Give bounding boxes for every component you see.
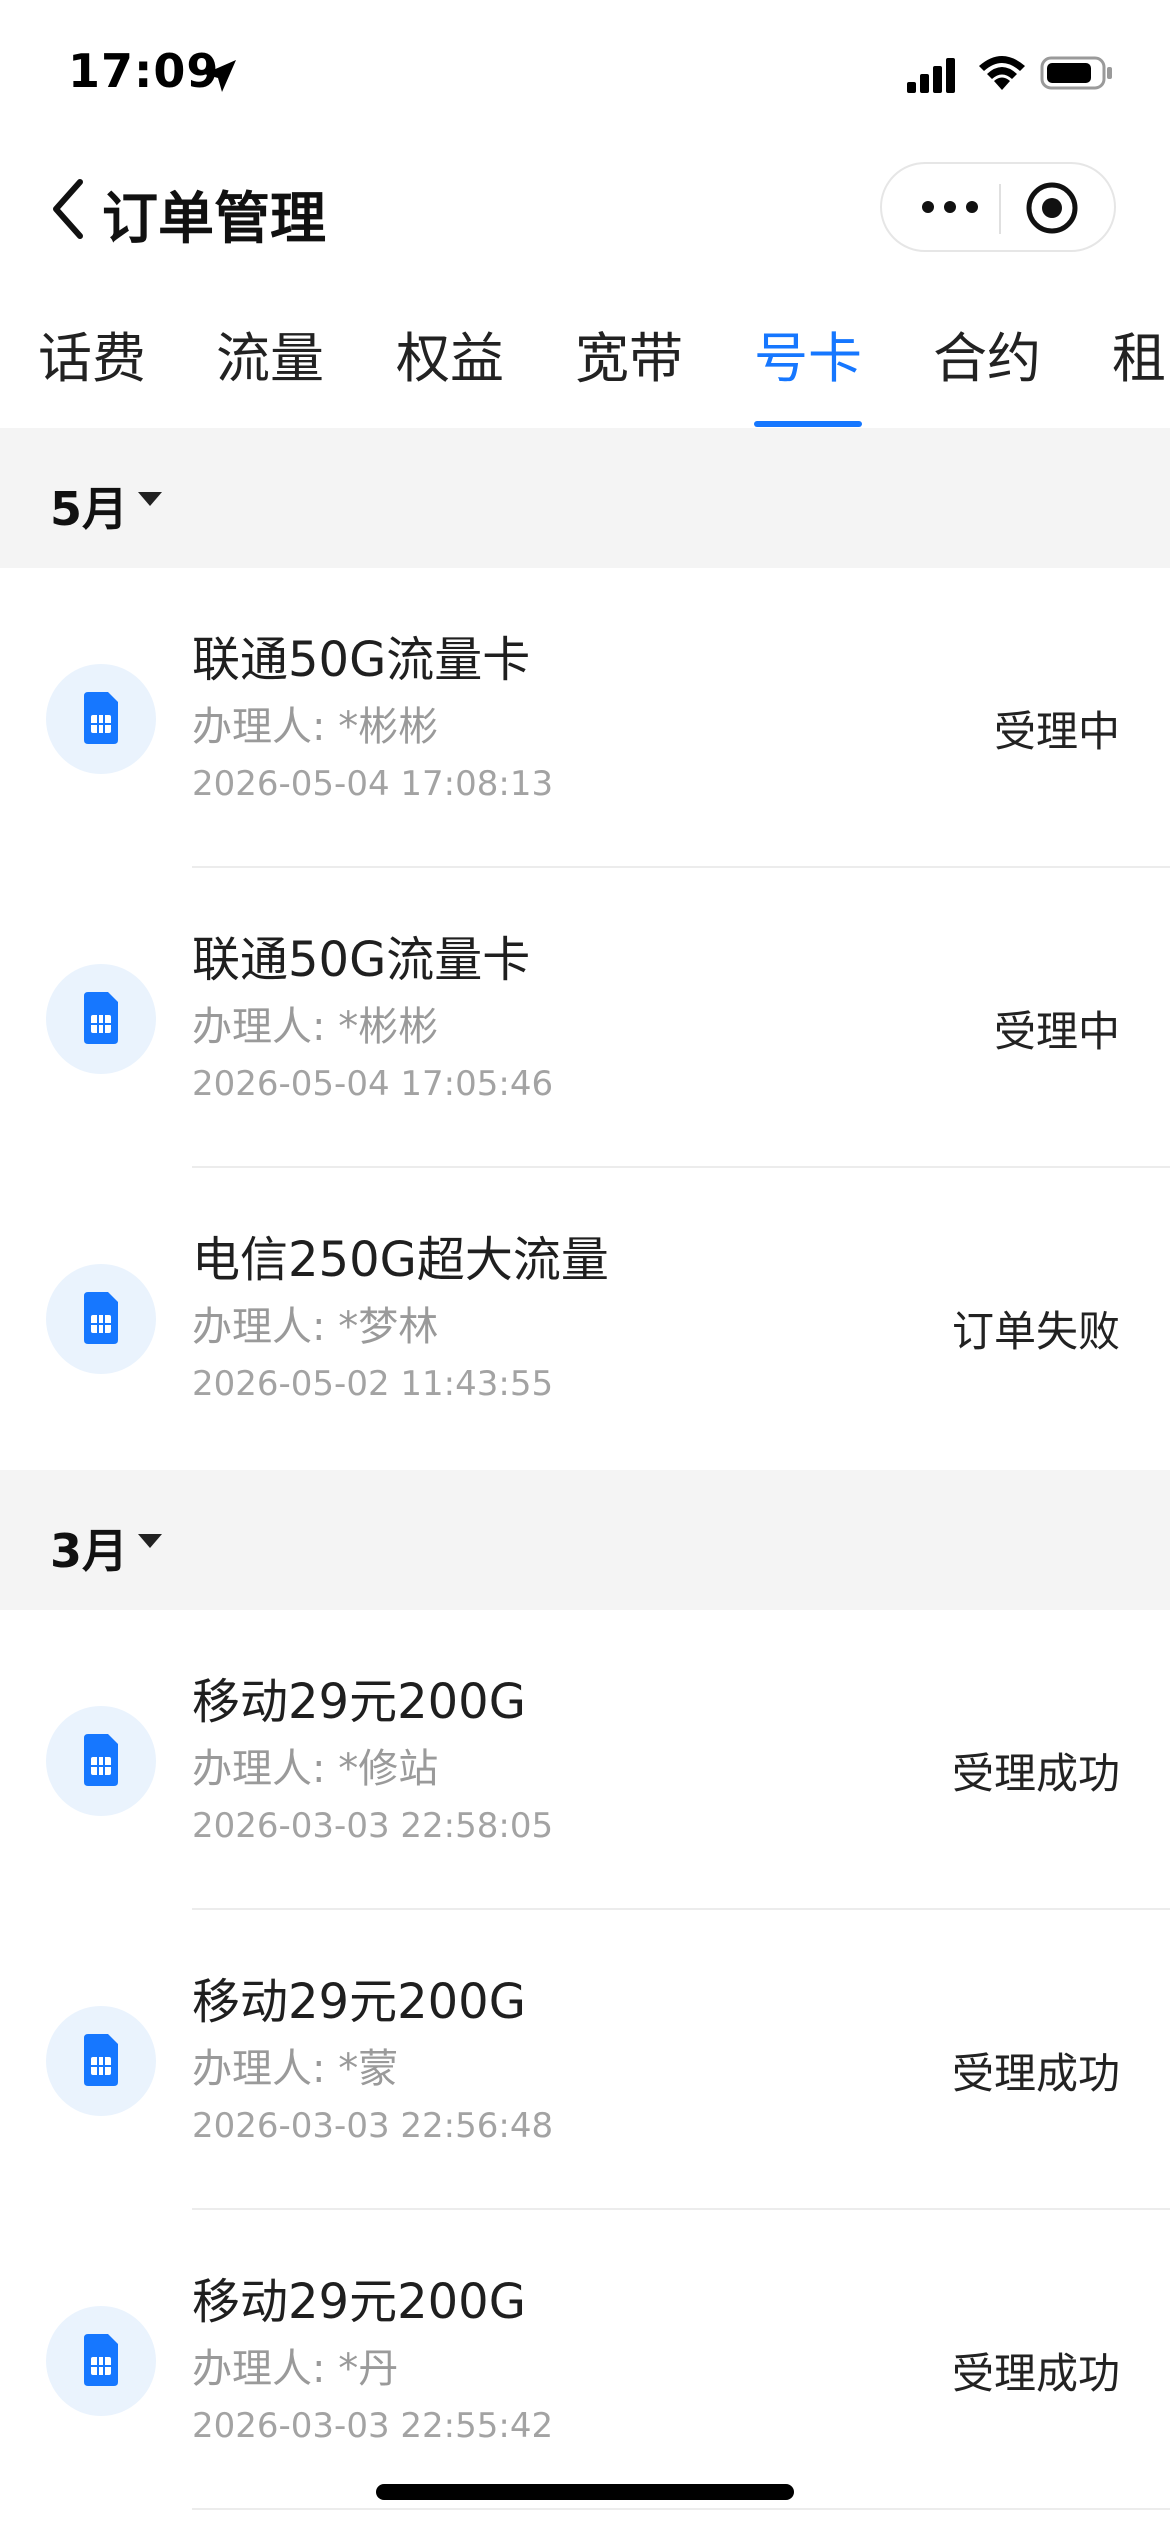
sim-card-icon	[46, 2006, 156, 2116]
category-tabs: 话费 流量 权益 宽带 号卡 合约 租	[0, 300, 1170, 428]
month-header[interactable]: 5月	[0, 428, 1170, 568]
sim-card-icon	[46, 664, 156, 774]
order-name: 联通50G流量卡	[192, 932, 531, 988]
list-item[interactable]: 联通50G流量卡 办理人: *彬彬 2026-05-04 17:05:46 受理…	[0, 868, 1170, 1168]
order-handler: 办理人: *彬彬	[192, 704, 439, 750]
sim-card-icon	[46, 1706, 156, 1816]
wifi-icon	[979, 56, 1025, 90]
tab-heyue[interactable]: 合约	[933, 314, 1041, 393]
sim-card-icon	[46, 964, 156, 1074]
order-name: 移动29元200G	[192, 1674, 526, 1730]
order-time: 2026-03-03 22:55:42	[192, 2406, 554, 2446]
order-status: 受理成功	[951, 2349, 1120, 2398]
home-indicator[interactable]	[376, 2484, 794, 2500]
page-title: 订单管理	[102, 187, 326, 252]
list-item[interactable]: 移动29元200G 办理人: *修站 2026-03-03 22:58:05 受…	[0, 1610, 1170, 1910]
tab-quanyi[interactable]: 权益	[396, 314, 504, 393]
list-item[interactable]: 联通50G流量卡 办理人: *彬彬 2026-05-04 17:08:13 受理…	[0, 568, 1170, 868]
order-name: 电信250G超大流量	[192, 1232, 609, 1288]
tab-huafei[interactable]: 话费	[38, 314, 146, 393]
order-status: 受理中	[993, 707, 1120, 756]
divider	[192, 2508, 1170, 2510]
status-bar: 17:09	[0, 0, 1170, 150]
order-time: 2026-03-03 22:58:05	[192, 1806, 554, 1846]
order-time: 2026-05-02 11:43:55	[192, 1364, 554, 1404]
tab-haoka[interactable]: 号卡	[754, 314, 862, 393]
order-status: 订单失败	[951, 1307, 1120, 1356]
order-status: 受理成功	[951, 2049, 1120, 2098]
order-handler: 办理人: *蒙	[192, 2046, 399, 2092]
caret-down-icon	[138, 1534, 162, 1548]
list-item[interactable]: 移动29元200G 办理人: *丹 2026-03-03 22:55:42 受理…	[0, 2210, 1170, 2510]
active-tab-indicator	[754, 421, 862, 427]
order-time: 2026-03-03 22:56:48	[192, 2106, 554, 2146]
more-dots-icon[interactable]	[920, 190, 980, 224]
order-time: 2026-05-04 17:05:46	[192, 1064, 554, 1104]
nav-bar: 订单管理	[0, 150, 1170, 270]
order-name: 移动29元200G	[192, 2274, 526, 2330]
list-item[interactable]: 移动29元200G 办理人: *蒙 2026-03-03 22:56:48 受理…	[0, 1910, 1170, 2210]
tab-zu[interactable]: 租	[1112, 314, 1166, 393]
capsule-divider	[999, 184, 1001, 234]
mini-program-capsule	[880, 162, 1116, 252]
tab-kuandai[interactable]: 宽带	[575, 314, 683, 393]
sim-card-icon	[46, 2306, 156, 2416]
caret-down-icon	[138, 492, 162, 506]
month-header[interactable]: 3月	[0, 1470, 1170, 1610]
order-name: 移动29元200G	[192, 1974, 526, 2030]
location-arrow-icon	[204, 60, 236, 92]
tab-liuliang[interactable]: 流量	[216, 314, 324, 393]
month-label: 3月	[50, 1524, 129, 1578]
order-time: 2026-05-04 17:08:13	[192, 764, 554, 804]
order-handler: 办理人: *彬彬	[192, 1004, 439, 1050]
order-status: 受理中	[993, 1007, 1120, 1056]
list-item[interactable]: 电信250G超大流量 办理人: *梦林 2026-05-02 11:43:55 …	[0, 1168, 1170, 1468]
sim-card-icon	[46, 1264, 156, 1374]
order-name: 联通50G流量卡	[192, 632, 531, 688]
order-status: 受理成功	[951, 1749, 1120, 1798]
month-label: 5月	[50, 482, 129, 536]
status-time: 17:09	[68, 44, 220, 98]
chevron-left-icon[interactable]	[44, 174, 94, 244]
cellular-signal-icon	[907, 58, 955, 93]
order-handler: 办理人: *梦林	[192, 1304, 439, 1350]
target-circle-icon[interactable]	[1024, 180, 1080, 236]
battery-icon	[1040, 56, 1112, 90]
order-handler: 办理人: *丹	[192, 2346, 399, 2392]
order-handler: 办理人: *修站	[192, 1746, 439, 1792]
